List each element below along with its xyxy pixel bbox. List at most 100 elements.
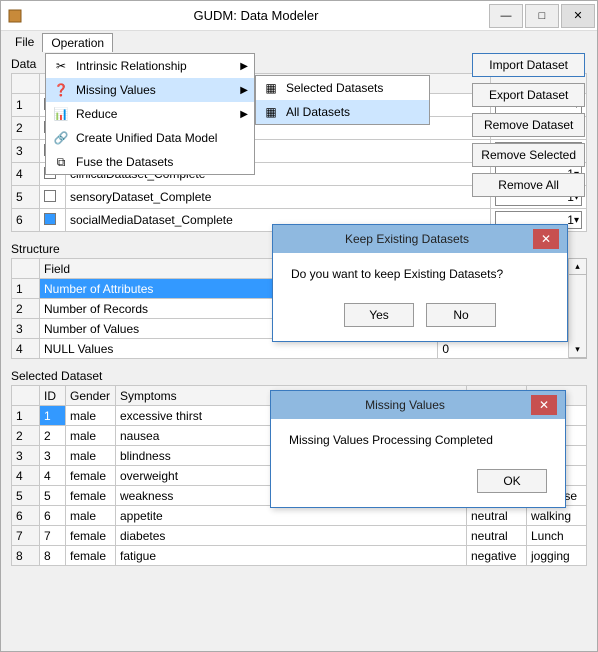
import-dataset-button[interactable]: Import Dataset xyxy=(472,53,585,77)
row-number: 1 xyxy=(12,406,40,426)
selected-dataset-section-label: Selected Dataset xyxy=(11,369,587,383)
sentiment-cell: negative xyxy=(467,546,527,566)
row-number: 5 xyxy=(12,486,40,506)
row-number: 8 xyxy=(12,546,40,566)
chevron-right-icon: ▶ xyxy=(240,61,248,72)
gender-cell: female xyxy=(66,546,116,566)
row-checkbox[interactable] xyxy=(40,209,66,232)
menu-label: Create Unified Data Model xyxy=(76,131,217,145)
row-number: 1 xyxy=(12,279,40,299)
menu-fuse-datasets[interactable]: ⧉ Fuse the Datasets xyxy=(46,150,254,174)
link-icon: 🔗 xyxy=(52,130,70,146)
menu-reduce[interactable]: 📊 Reduce ▶ xyxy=(46,102,254,126)
table-row[interactable]: 77femalediabetesneutralLunch xyxy=(12,526,587,546)
dataset-name: sensoryDataset_Complete xyxy=(66,186,491,209)
gender-cell: female xyxy=(66,526,116,546)
row-number: 1 xyxy=(12,94,40,117)
submenu-all-datasets[interactable]: ▦ All Datasets xyxy=(256,100,429,124)
gender-cell: female xyxy=(66,486,116,506)
menu-missing-values[interactable]: ❓ Missing Values ▶ xyxy=(46,78,254,102)
no-button[interactable]: No xyxy=(426,303,496,327)
question-icon: ❓ xyxy=(52,82,70,98)
menu-file[interactable]: File xyxy=(7,33,42,51)
app-icon xyxy=(7,8,23,24)
missing-values-dialog: Missing Values ✕ Missing Values Processi… xyxy=(270,390,566,508)
missing-values-submenu: ▦ Selected Datasets ▦ All Datasets xyxy=(255,75,430,125)
row-number: 3 xyxy=(12,319,40,339)
row-number: 4 xyxy=(12,466,40,486)
row-number: 3 xyxy=(12,446,40,466)
dialog-close-button[interactable]: ✕ xyxy=(533,229,559,249)
menu-label: Intrinsic Relationship xyxy=(76,59,187,73)
row-number: 6 xyxy=(12,506,40,526)
window-title: GUDM: Data Modeler xyxy=(23,8,489,23)
gender-cell: male xyxy=(66,446,116,466)
dialog-title: Keep Existing Datasets xyxy=(281,232,533,246)
row-number: 6 xyxy=(12,209,40,232)
remove-all-button[interactable]: Remove All xyxy=(472,173,585,197)
chevron-down-icon: ▾ xyxy=(574,215,579,226)
scroll-up-icon[interactable]: ▴ xyxy=(569,259,586,275)
grid-icon: ▦ xyxy=(262,104,280,120)
operation-dropdown: ✂ Intrinsic Relationship ▶ ❓ Missing Val… xyxy=(45,53,255,175)
sentiment-cell: neutral xyxy=(467,526,527,546)
menu-create-unified[interactable]: 🔗 Create Unified Data Model xyxy=(46,126,254,150)
row-number: 4 xyxy=(12,163,40,186)
remove-selected-button[interactable]: Remove Selected xyxy=(472,143,585,167)
dialog-titlebar: Keep Existing Datasets ✕ xyxy=(273,225,567,253)
yes-button[interactable]: Yes xyxy=(344,303,414,327)
activity-cell: walking xyxy=(527,506,587,526)
activity-cell: jogging xyxy=(527,546,587,566)
row-number: 3 xyxy=(12,140,40,163)
merge-icon: ⧉ xyxy=(52,154,70,170)
row-checkbox[interactable] xyxy=(40,186,66,209)
id-cell: 5 xyxy=(40,486,66,506)
id-cell: 3 xyxy=(40,446,66,466)
menu-label: Reduce xyxy=(76,107,117,121)
id-cell: 6 xyxy=(40,506,66,526)
row-number: 2 xyxy=(12,117,40,140)
submenu-selected-datasets[interactable]: ▦ Selected Datasets xyxy=(256,76,429,100)
grid-icon: ▦ xyxy=(262,80,280,96)
close-button[interactable]: ✕ xyxy=(561,4,595,28)
row-number: 4 xyxy=(12,339,40,359)
maximize-button[interactable]: □ xyxy=(525,4,559,28)
row-number: 5 xyxy=(12,186,40,209)
gender-cell: male xyxy=(66,406,116,426)
chevron-right-icon: ▶ xyxy=(240,109,248,120)
dialog-title: Missing Values xyxy=(279,398,531,412)
id-cell: 2 xyxy=(40,426,66,446)
minimize-button[interactable]: — xyxy=(489,4,523,28)
scissors-icon: ✂ xyxy=(52,58,70,74)
dialog-close-button[interactable]: ✕ xyxy=(531,395,557,415)
menubar: File Operation xyxy=(1,31,597,53)
remove-dataset-button[interactable]: Remove Dataset xyxy=(472,113,585,137)
chart-icon: 📊 xyxy=(52,106,70,122)
structure-scrollbar[interactable]: ▴ ▾ xyxy=(569,258,587,359)
chevron-right-icon: ▶ xyxy=(240,85,248,96)
row-number: 7 xyxy=(12,526,40,546)
scroll-down-icon[interactable]: ▾ xyxy=(569,342,586,358)
menu-label: Fuse the Datasets xyxy=(76,155,173,169)
menu-intrinsic-relationship[interactable]: ✂ Intrinsic Relationship ▶ xyxy=(46,54,254,78)
id-cell: 1 xyxy=(40,406,66,426)
id-cell: 4 xyxy=(40,466,66,486)
col-gender: Gender xyxy=(66,386,116,406)
titlebar: GUDM: Data Modeler — □ ✕ xyxy=(1,1,597,31)
dialog-message: Missing Values Processing Completed xyxy=(271,419,565,461)
keep-existing-dialog: Keep Existing Datasets ✕ Do you want to … xyxy=(272,224,568,342)
export-dataset-button[interactable]: Export Dataset xyxy=(472,83,585,107)
right-button-panel: Import Dataset Export Dataset Remove Dat… xyxy=(472,53,585,197)
menu-label: Missing Values xyxy=(76,83,156,97)
gender-cell: male xyxy=(66,426,116,446)
table-row[interactable]: 88femalefatiguenegativejogging xyxy=(12,546,587,566)
table-row[interactable]: 66maleappetiteneutralwalking xyxy=(12,506,587,526)
dialog-titlebar: Missing Values ✕ xyxy=(271,391,565,419)
symptoms-cell: diabetes xyxy=(116,526,467,546)
gender-cell: female xyxy=(66,466,116,486)
ok-button[interactable]: OK xyxy=(477,469,547,493)
col-id: ID xyxy=(40,386,66,406)
menu-operation[interactable]: Operation xyxy=(42,33,113,52)
sentiment-cell: neutral xyxy=(467,506,527,526)
activity-cell: Lunch xyxy=(527,526,587,546)
